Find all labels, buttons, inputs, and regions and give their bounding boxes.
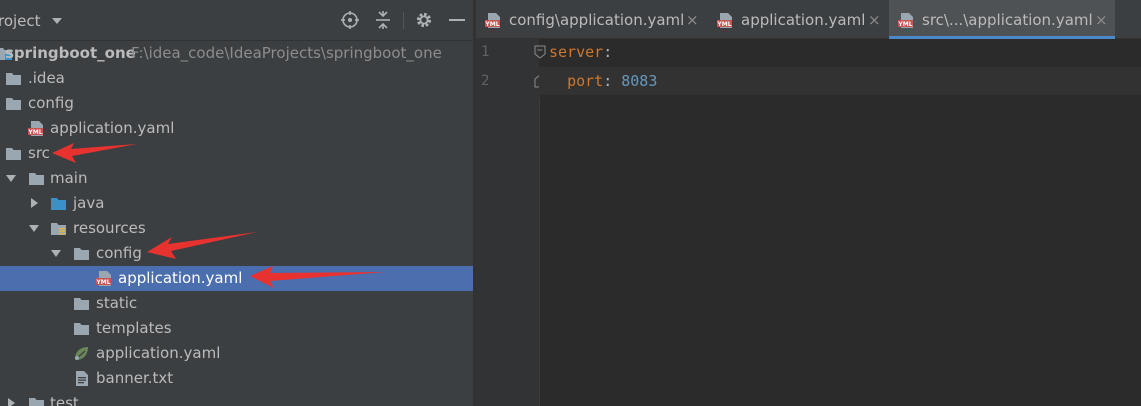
spring-config-icon: [75, 347, 88, 360]
chevron-down-icon[interactable]: [5, 172, 17, 184]
gutter-divider: [539, 97, 540, 406]
tree-item-label: resources: [73, 219, 146, 237]
tree-item-label: config: [96, 244, 142, 262]
svg-text:YML: YML: [485, 21, 500, 28]
close-icon[interactable]: ×: [868, 10, 881, 30]
tree-item-static[interactable]: static: [0, 291, 473, 316]
chevron-down-icon[interactable]: [52, 18, 62, 24]
tree-item-label: templates: [96, 319, 172, 337]
source-folder-icon: [51, 198, 66, 210]
collapse-icon[interactable]: [373, 10, 393, 30]
folder-icon: [6, 148, 21, 160]
gear-icon[interactable]: [414, 10, 434, 30]
code-line-2[interactable]: port: 8083: [549, 71, 657, 91]
tree-item-config[interactable]: config: [0, 91, 473, 116]
folder-icon: [74, 298, 89, 310]
project-panel: roject springboot_one F:\idea_code\IdeaP…: [0, 0, 473, 406]
tree-item-config-application-yaml[interactable]: YML application.yaml: [0, 116, 473, 141]
tree-item-label: java: [73, 194, 105, 212]
text-file-icon: [76, 371, 88, 386]
svg-text:YML: YML: [717, 21, 732, 28]
tree-item-main[interactable]: main: [0, 166, 473, 191]
tree-item-resources-application-yaml[interactable]: application.yaml: [0, 341, 473, 366]
editor-tab-bar: YML config\application.yaml × YML applic…: [476, 0, 1141, 39]
project-panel-header: roject: [0, 0, 473, 41]
fold-start-icon[interactable]: [534, 45, 546, 59]
folder-icon: [6, 98, 21, 110]
folder-icon: [29, 173, 44, 185]
tree-item-label: .idea: [28, 69, 65, 87]
chevron-right-icon[interactable]: [28, 197, 40, 209]
tab-config-application-yaml[interactable]: YML config\application.yaml ×: [476, 0, 704, 39]
svg-text:YML: YML: [96, 279, 111, 286]
tab-label: config\application.yaml: [509, 11, 685, 29]
tree-item-label: test: [50, 394, 79, 406]
ide-window: roject springboot_one F:\idea_code\IdeaP…: [0, 0, 1141, 406]
tree-item-label: static: [96, 294, 138, 312]
tree-item-resources[interactable]: resources: [0, 216, 473, 241]
tree-item-templates[interactable]: templates: [0, 316, 473, 341]
tree-item-label: main: [50, 169, 88, 187]
svg-text:YML: YML: [28, 129, 43, 136]
tree-item-idea[interactable]: .idea: [0, 66, 473, 91]
close-icon[interactable]: ×: [686, 10, 699, 30]
chevron-down-icon[interactable]: [50, 247, 62, 259]
project-path: F:\idea_code\IdeaProjects\springboot_one: [131, 44, 442, 62]
folder-icon: [74, 248, 89, 260]
yml-file-icon: YML: [96, 271, 111, 286]
tree-item-label: src: [28, 144, 50, 162]
folder-icon: [74, 323, 89, 335]
tree-item-banner-txt[interactable]: banner.txt: [0, 366, 473, 391]
tree-item-test[interactable]: test: [0, 391, 473, 406]
minimize-icon[interactable]: [447, 10, 467, 30]
tree-item-springboot-one[interactable]: springboot_one F:\idea_code\IdeaProjects…: [0, 41, 473, 66]
tree-item-resources-config-application-yaml[interactable]: YML application.yaml: [0, 266, 473, 291]
yaml-punct: :: [603, 72, 613, 90]
tree-item-src[interactable]: src: [0, 141, 473, 166]
tree-item-label: application.yaml: [50, 119, 175, 137]
tab-src-application-yaml[interactable]: YML src\...\application.yaml ×: [889, 0, 1115, 39]
yml-file-icon: YML: [717, 13, 732, 28]
yaml-punct: :: [603, 43, 613, 61]
tree-item-label: config: [28, 94, 74, 112]
tree-item-java[interactable]: java: [0, 191, 473, 216]
yml-file-icon: YML: [898, 13, 913, 28]
line-number: 1: [481, 44, 490, 60]
chevron-down-icon[interactable]: [28, 222, 40, 234]
tree-item-resources-config[interactable]: config: [0, 241, 473, 266]
header-separator: [403, 12, 404, 29]
tab-application-yaml[interactable]: YML application.yaml ×: [708, 0, 886, 39]
tab-label: application.yaml: [741, 11, 866, 29]
tree-item-label: application.yaml: [96, 344, 221, 362]
chevron-right-icon[interactable]: [5, 397, 17, 406]
tree-item-label: springboot_one: [5, 44, 136, 62]
code-line-1[interactable]: server:: [549, 42, 612, 62]
line-number-gutter: 1 2: [476, 39, 539, 406]
close-icon[interactable]: ×: [1095, 10, 1108, 30]
editor-area: YML config\application.yaml × YML applic…: [476, 0, 1141, 406]
tree-item-label: banner.txt: [96, 369, 174, 387]
folder-icon: [6, 73, 21, 85]
yaml-key: port: [567, 72, 604, 90]
resources-folder-icon: [51, 223, 66, 235]
yml-file-icon: YML: [28, 121, 43, 136]
svg-text:YML: YML: [898, 21, 913, 28]
folder-icon: [29, 398, 44, 406]
tab-label: src\...\application.yaml: [922, 11, 1093, 29]
locate-icon[interactable]: [340, 10, 360, 30]
yml-file-icon: YML: [485, 13, 500, 28]
yaml-key: server: [549, 43, 604, 61]
project-panel-title[interactable]: roject: [0, 11, 41, 31]
line-number: 2: [481, 73, 490, 89]
tree-item-label: application.yaml: [118, 269, 243, 287]
yaml-value: 8083: [621, 72, 658, 90]
